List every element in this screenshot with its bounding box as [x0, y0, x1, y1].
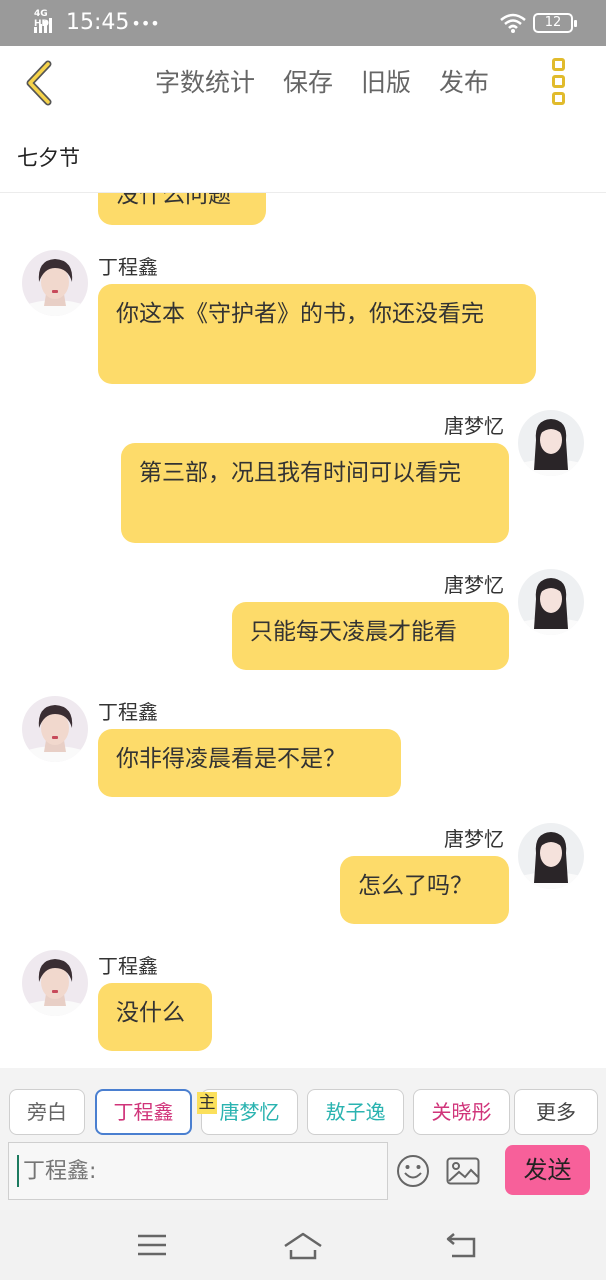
role-narration[interactable]: 旁白	[9, 1089, 85, 1135]
role-ao-ziyi[interactable]: 敖子逸	[307, 1089, 404, 1135]
wifi-icon	[500, 13, 526, 33]
avatar[interactable]	[22, 250, 88, 316]
message-bubble: 怎么了吗？	[340, 856, 509, 924]
status-time: 15:45 •••	[66, 10, 160, 35]
speaker-name: 唐梦忆	[444, 573, 504, 597]
message-text: 你这本《守护者》的书，你还没看完	[116, 301, 484, 327]
save-button[interactable]: 保存	[283, 66, 333, 100]
text-caret	[17, 1155, 19, 1187]
speaker-name: 唐梦忆	[444, 827, 504, 851]
main-character-badge: 主	[197, 1092, 217, 1114]
avatar-boy-image	[22, 696, 88, 762]
word-count-button[interactable]: 字数统计	[155, 66, 255, 100]
menu-icon[interactable]	[132, 1228, 172, 1262]
avatar[interactable]	[22, 696, 88, 762]
message-input[interactable]	[23, 1151, 383, 1191]
avatar[interactable]	[518, 410, 584, 476]
speaker-name: 丁程鑫	[98, 700, 158, 724]
system-navbar	[0, 1210, 606, 1280]
image-icon[interactable]	[446, 1157, 480, 1185]
chat-area[interactable]: 没什么问题 丁程鑫 你这本《守护者》的书，你还没看完 唐梦忆 第三部，况且我有时…	[0, 193, 606, 1068]
avatar[interactable]	[22, 950, 88, 1016]
chevron-left-icon[interactable]	[18, 58, 62, 108]
message-bubble: 你这本《守护者》的书，你还没看完	[98, 284, 536, 384]
speaker-name: 丁程鑫	[98, 255, 158, 279]
old-version-button[interactable]: 旧版	[361, 66, 411, 100]
message-input-box[interactable]	[8, 1142, 388, 1200]
message-text: 没什么问题	[116, 193, 231, 208]
message-bubble: 第三部，况且我有时间可以看完	[121, 443, 509, 543]
message-bubble: 没什么问题	[98, 193, 266, 225]
role-ding-chengxin[interactable]: 丁程鑫	[95, 1089, 192, 1135]
toolbar-menu: 字数统计 保存 旧版 发布	[155, 66, 517, 100]
message-bubble: 你非得凌晨看是不是？	[98, 729, 401, 797]
vertical-more-icon[interactable]	[548, 58, 568, 108]
role-more-button[interactable]: 更多	[514, 1089, 598, 1135]
message-bubble: 没什么	[98, 983, 212, 1051]
avatar-boy-image	[22, 250, 88, 316]
role-selector: 旁白 丁程鑫 唐梦忆 敖子逸 关晓彤 更多	[0, 1089, 606, 1137]
publish-button[interactable]: 发布	[439, 66, 489, 100]
message-text: 你非得凌晨看是不是？	[116, 746, 346, 772]
message-text: 第三部，况且我有时间可以看完	[139, 460, 461, 486]
home-icon[interactable]	[283, 1228, 323, 1262]
signal-icon: 4G HD	[34, 9, 58, 33]
battery-icon: 12	[533, 13, 577, 33]
message-text: 只能每天凌晨才能看	[250, 619, 457, 645]
message-text: 没什么	[116, 1000, 185, 1026]
role-guan-xiaotong[interactable]: 关晓彤	[413, 1089, 510, 1135]
editor-toolbar: 字数统计 保存 旧版 发布	[0, 46, 606, 126]
message-text: 怎么了吗？	[358, 873, 473, 899]
avatar-girl-image	[518, 823, 584, 889]
avatar[interactable]	[518, 569, 584, 635]
avatar-boy-image	[22, 950, 88, 1016]
send-button[interactable]: 发送	[505, 1145, 590, 1195]
message-bubble: 只能每天凌晨才能看	[232, 602, 509, 670]
smiley-icon[interactable]	[396, 1154, 430, 1188]
status-bar: 4G HD 15:45••• 12	[0, 0, 606, 46]
avatar[interactable]	[518, 823, 584, 889]
avatar-girl-image	[518, 410, 584, 476]
avatar-girl-image	[518, 569, 584, 635]
speaker-name: 唐梦忆	[444, 414, 504, 438]
back-arrow-icon[interactable]	[442, 1228, 482, 1262]
speaker-name: 丁程鑫	[98, 954, 158, 978]
chapter-title: 七夕节	[17, 146, 80, 170]
